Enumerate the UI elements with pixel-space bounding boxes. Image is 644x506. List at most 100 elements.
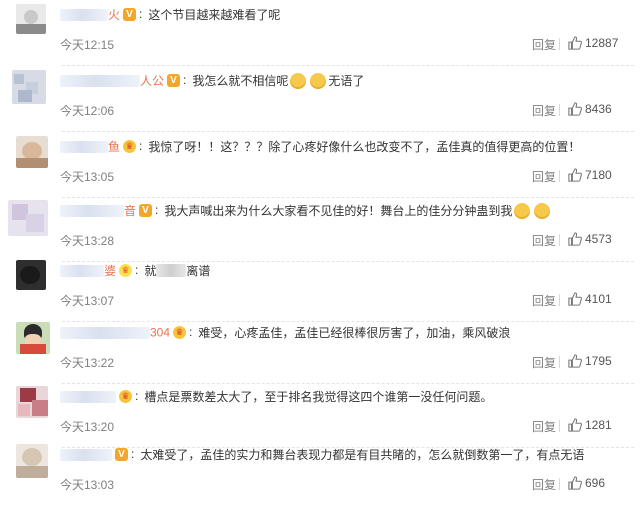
reply-button[interactable]: 回复 bbox=[532, 102, 556, 119]
like-button[interactable]: 12887 bbox=[568, 36, 618, 50]
thumbs-up-icon bbox=[568, 354, 582, 368]
avatar[interactable] bbox=[16, 136, 48, 168]
thumbs-up-icon bbox=[568, 232, 582, 246]
sleepy-emoji-icon bbox=[514, 202, 531, 219]
comment-text: 我惊了呀！！这？？？除了心疼好像什么也改变不了，孟佳真的值得更高的位置！ bbox=[148, 140, 581, 154]
username[interactable]: 304 bbox=[150, 326, 170, 340]
like-count: 12887 bbox=[585, 36, 619, 50]
username-masked[interactable] bbox=[60, 140, 108, 153]
avatar[interactable] bbox=[8, 200, 48, 236]
reply-button[interactable]: 回复 bbox=[532, 476, 556, 493]
divider bbox=[559, 104, 560, 116]
like-button[interactable]: 7180 bbox=[568, 168, 612, 182]
timestamp: 今天13:22 bbox=[60, 356, 115, 370]
username-masked[interactable] bbox=[60, 390, 116, 403]
thumbs-up-icon bbox=[568, 102, 582, 116]
comment-item: V: 太难受了，孟佳的实力和舞台表现力都是有目共睹的，怎么就倒数第一了，有点无语 … bbox=[0, 440, 644, 506]
username-masked[interactable] bbox=[60, 204, 124, 217]
vip-crown-icon: ♛ bbox=[119, 264, 133, 277]
comment-text: 难受，心疼孟佳，孟佳已经很棒很厉害了，加油，乘风破浪 bbox=[198, 326, 511, 340]
verified-badge-icon: V bbox=[123, 8, 137, 21]
comment-text: 我怎么就不相信呢 bbox=[192, 74, 289, 88]
comment-text: 我大声喊出来为什么大家看不见佳的好！舞台上的佳分分钟蛊到我 bbox=[164, 204, 513, 218]
user-line: ♛: 槽点是票数差太大了，至于排名我觉得这四个谁第一没任何问题。 bbox=[60, 388, 492, 406]
divider bbox=[559, 478, 560, 490]
user-line: 鱼 ♛: 我惊了呀！！这？？？除了心疼好像什么也改变不了，孟佳真的值得更高的位置！ bbox=[60, 138, 580, 156]
timestamp: 今天13:05 bbox=[60, 170, 115, 184]
comment-list: 火 V: 这个节目越来越难看了呢 今天12:15 回复 12887 人公 V: 我怎么就… bbox=[0, 0, 644, 499]
avatar[interactable] bbox=[16, 322, 50, 354]
divider bbox=[559, 294, 560, 306]
divider bbox=[559, 38, 560, 50]
like-count: 1281 bbox=[585, 418, 612, 432]
verified-badge-icon: V bbox=[167, 74, 181, 87]
divider bbox=[559, 356, 560, 368]
divider bbox=[559, 234, 560, 246]
divider bbox=[559, 170, 560, 182]
verified-badge-icon: V bbox=[115, 448, 128, 461]
reply-button[interactable]: 回复 bbox=[532, 292, 556, 309]
user-line: 音 V: 我大声喊出来为什么大家看不见佳的好！舞台上的佳分分钟蛊到我 bbox=[60, 202, 552, 220]
username[interactable]: 婆 bbox=[104, 264, 116, 278]
avatar[interactable] bbox=[16, 260, 46, 290]
like-count: 4573 bbox=[585, 232, 612, 246]
reply-button[interactable]: 回复 bbox=[532, 168, 556, 185]
comment-item: 婆 ♛: 就离谱 今天13:07 回复 4101 bbox=[0, 256, 644, 322]
thumbs-up-icon bbox=[568, 418, 582, 432]
username[interactable]: 火 bbox=[108, 8, 120, 22]
thumbs-up-icon bbox=[568, 36, 582, 50]
comment-text-tail: 无语了 bbox=[328, 74, 365, 88]
vip-crown-icon: ♛ bbox=[123, 140, 137, 153]
timestamp: 今天13:07 bbox=[60, 294, 115, 308]
vip-crown-icon: ♛ bbox=[173, 326, 187, 339]
reply-button[interactable]: 回复 bbox=[532, 36, 556, 53]
username-masked[interactable] bbox=[60, 326, 150, 339]
username-masked[interactable] bbox=[60, 8, 108, 21]
timestamp: 今天13:28 bbox=[60, 234, 115, 248]
like-count: 7180 bbox=[585, 168, 612, 182]
avatar[interactable] bbox=[16, 4, 46, 34]
user-line: 304 ♛: 难受，心疼孟佳，孟佳已经很棒很厉害了，加油，乘风破浪 bbox=[60, 324, 510, 342]
comment-text-prefix: 就 bbox=[144, 264, 157, 278]
user-line: 火 V: 这个节目越来越难看了呢 bbox=[60, 6, 280, 24]
reply-button[interactable]: 回复 bbox=[532, 418, 556, 435]
username-masked[interactable] bbox=[60, 264, 104, 277]
user-line: V: 太难受了，孟佳的实力和舞台表现力都是有目共睹的，怎么就倒数第一了，有点无语 bbox=[60, 446, 584, 464]
smiley-emoji-icon bbox=[290, 72, 307, 89]
username-masked[interactable] bbox=[60, 74, 140, 87]
like-button[interactable]: 4101 bbox=[568, 292, 612, 306]
username[interactable]: 人公 bbox=[140, 74, 164, 88]
avatar[interactable] bbox=[16, 444, 48, 478]
timestamp: 今天12:15 bbox=[60, 38, 115, 52]
like-button[interactable]: 4573 bbox=[568, 232, 612, 246]
like-count: 8436 bbox=[585, 102, 612, 116]
like-button[interactable]: 8436 bbox=[568, 102, 612, 116]
username[interactable]: 鱼 bbox=[108, 140, 120, 154]
timestamp: 今天13:03 bbox=[60, 478, 115, 492]
like-button[interactable]: 1281 bbox=[568, 418, 612, 432]
username[interactable]: 音 bbox=[124, 204, 136, 218]
comment-item: 火 V: 这个节目越来越难看了呢 今天12:15 回复 12887 bbox=[0, 0, 644, 66]
sleepy-emoji-icon bbox=[534, 202, 551, 219]
comment-item: 音 V: 我大声喊出来为什么大家看不见佳的好！舞台上的佳分分钟蛊到我 今天13:28… bbox=[0, 196, 644, 262]
user-line: 婆 ♛: 就离谱 bbox=[60, 262, 210, 280]
thumbs-up-icon bbox=[568, 168, 582, 182]
reply-button[interactable]: 回复 bbox=[532, 232, 556, 249]
avatar[interactable] bbox=[16, 386, 48, 418]
thumbs-up-icon bbox=[568, 476, 582, 490]
avatar[interactable] bbox=[12, 70, 46, 104]
like-count: 696 bbox=[585, 476, 606, 490]
like-button[interactable]: 1795 bbox=[568, 354, 612, 368]
like-button[interactable]: 696 bbox=[568, 476, 605, 490]
like-count: 4101 bbox=[585, 292, 612, 306]
like-count: 1795 bbox=[585, 354, 612, 368]
timestamp: 今天13:20 bbox=[60, 420, 115, 434]
username-masked[interactable] bbox=[60, 448, 112, 461]
reply-button[interactable]: 回复 bbox=[532, 354, 556, 371]
verified-badge-icon: V bbox=[139, 204, 153, 217]
vip-crown-icon: ♛ bbox=[119, 390, 132, 403]
divider bbox=[559, 420, 560, 432]
user-line: 人公 V: 我怎么就不相信呢 无语了 bbox=[60, 72, 364, 90]
comment-item: 304 ♛: 难受，心疼孟佳，孟佳已经很棒很厉害了，加油，乘风破浪 今天13:22 … bbox=[0, 318, 644, 384]
comment-text-suffix: 离谱 bbox=[186, 264, 211, 278]
